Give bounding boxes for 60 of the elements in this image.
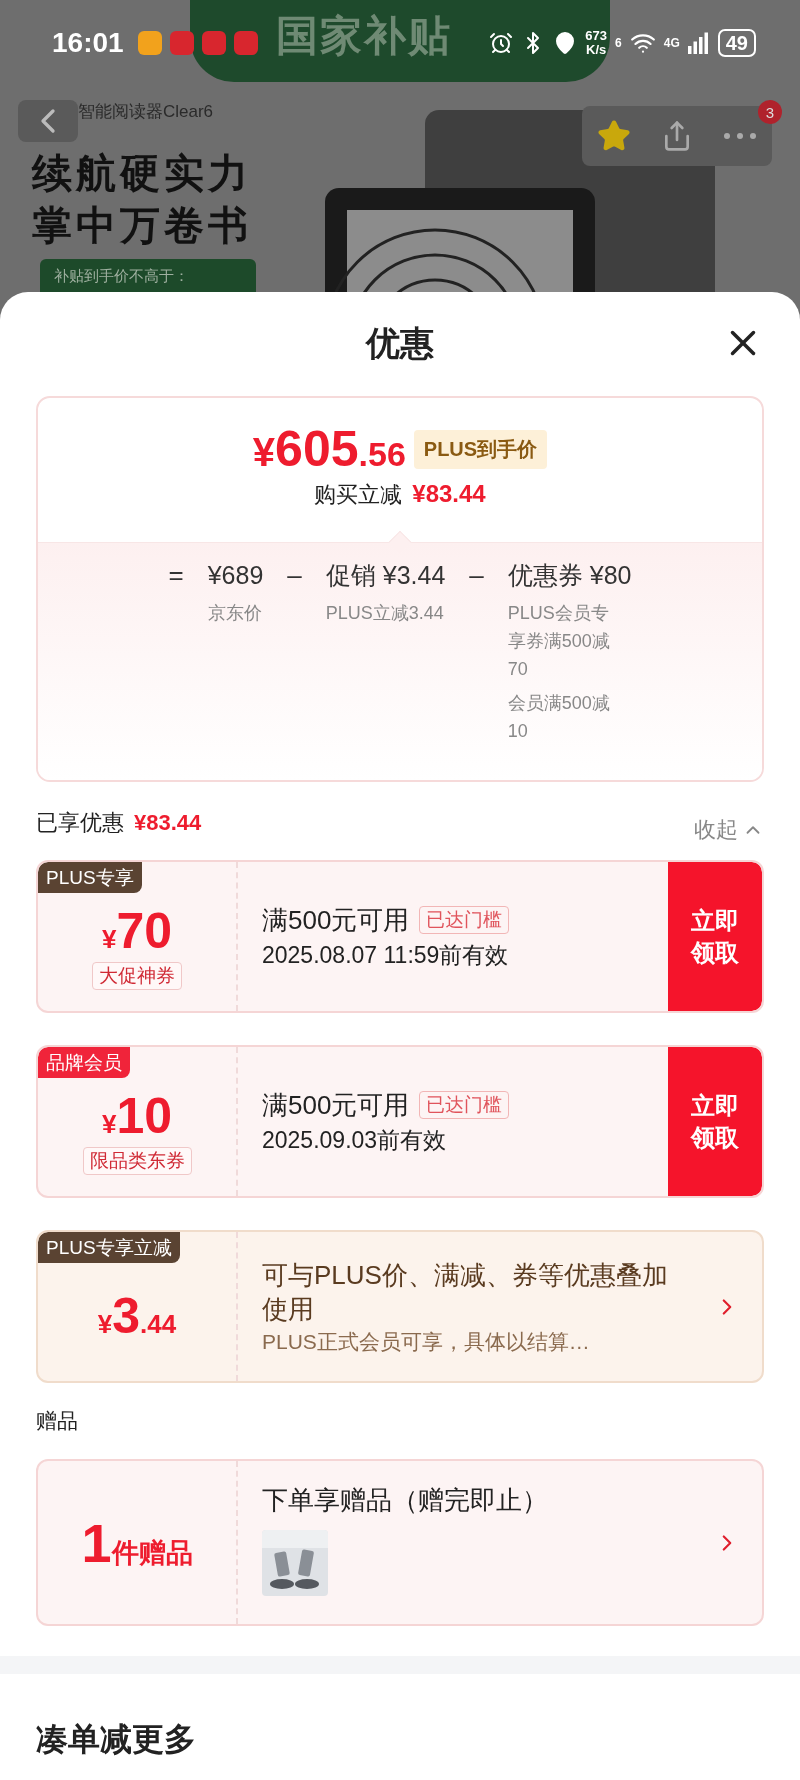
- coupon-status: 已达门槛: [419, 906, 510, 934]
- alarm-icon: [489, 31, 514, 55]
- coupon-validity: 2025.09.03前有效: [262, 1125, 448, 1155]
- saving-amount: ¥83.44: [412, 480, 486, 508]
- coupon-condition: 满500元可用: [262, 1088, 410, 1122]
- coupon-amount: ¥70: [101, 901, 173, 960]
- status-time: 16:01: [52, 27, 124, 59]
- discount-description: 可与PLUS价、满减、券等优惠叠加使用: [262, 1258, 669, 1326]
- network-speed: 673 K/s: [585, 29, 608, 57]
- breakdown-note: 会员满500减10: [507, 692, 611, 743]
- coupon-status: 已达门槛: [419, 1091, 510, 1119]
- coupon-amount: ¥3.44: [97, 1286, 177, 1345]
- collapse-toggle[interactable]: 收起: [694, 815, 764, 845]
- breakdown-note: PLUS立减3.44: [325, 602, 445, 625]
- enjoyed-amount: ¥83.44: [134, 810, 202, 836]
- back-button[interactable]: [18, 100, 78, 142]
- subsidy-text: 补贴到手价不高于：: [54, 267, 189, 284]
- more-icon[interactable]: [723, 132, 757, 140]
- coupon-tag: PLUS专享立减: [38, 1232, 180, 1263]
- coupon-type: 大促神券: [92, 961, 182, 990]
- breakdown-value: ¥689: [207, 560, 264, 591]
- breakdown-value: 优惠券 ¥80: [507, 560, 632, 591]
- claim-button[interactable]: 立即领取: [668, 862, 762, 1011]
- campaign-title: 国家补贴: [276, 12, 452, 59]
- product-name: 智能阅读器Clear6: [78, 101, 215, 123]
- claim-button[interactable]: 立即领取: [668, 1047, 762, 1196]
- coupon-type: 限品类东券: [82, 1146, 192, 1175]
- signal-icon: [687, 32, 710, 54]
- breakdown-value: 促销 ¥3.44: [325, 560, 446, 591]
- sheet-title: 优惠: [366, 323, 434, 364]
- saving-label: 购买立减: [314, 481, 403, 509]
- coupon-tag: PLUS专享: [38, 862, 142, 893]
- price-tag: PLUS到手价: [413, 429, 548, 469]
- operator: =: [168, 559, 184, 592]
- enjoyed-label: 已享优惠: [36, 809, 124, 837]
- coupon-tag: 品牌会员: [38, 1047, 130, 1078]
- notification-badge: 3: [758, 100, 782, 124]
- star-icon[interactable]: [597, 119, 631, 153]
- operator: –: [469, 559, 484, 592]
- cell-label: 4G: [663, 36, 680, 50]
- breakdown-note: PLUS会员专享券满500减70: [507, 602, 611, 681]
- app-icon: [137, 31, 162, 55]
- slogan: 续航硬实力: [32, 150, 253, 197]
- breakdown-note: 京东价: [207, 602, 263, 625]
- app-icon: [169, 31, 194, 55]
- final-price: ¥605.56: [252, 420, 406, 478]
- wifi-label: 6: [615, 36, 622, 50]
- discount-note: PLUS正式会员可享，具体以结算…: [262, 1328, 591, 1355]
- operator: –: [287, 559, 302, 592]
- section-heading: 凑单减更多: [36, 1720, 197, 1759]
- gift-count: 1件赠品: [81, 1511, 193, 1574]
- app-icon: [233, 31, 258, 55]
- app-icon: [201, 31, 226, 55]
- gift-description: 下单享赠品（赠完即止）: [262, 1484, 549, 1517]
- slogan: 掌中万卷书: [32, 202, 253, 249]
- coupon-condition: 满500元可用: [262, 903, 410, 937]
- battery-indicator: 49: [717, 29, 756, 57]
- coupon-validity: 2025.08.07 11:59前有效: [262, 940, 510, 970]
- coupon-amount: ¥10: [101, 1086, 173, 1145]
- section-title: 赠品: [36, 1408, 79, 1434]
